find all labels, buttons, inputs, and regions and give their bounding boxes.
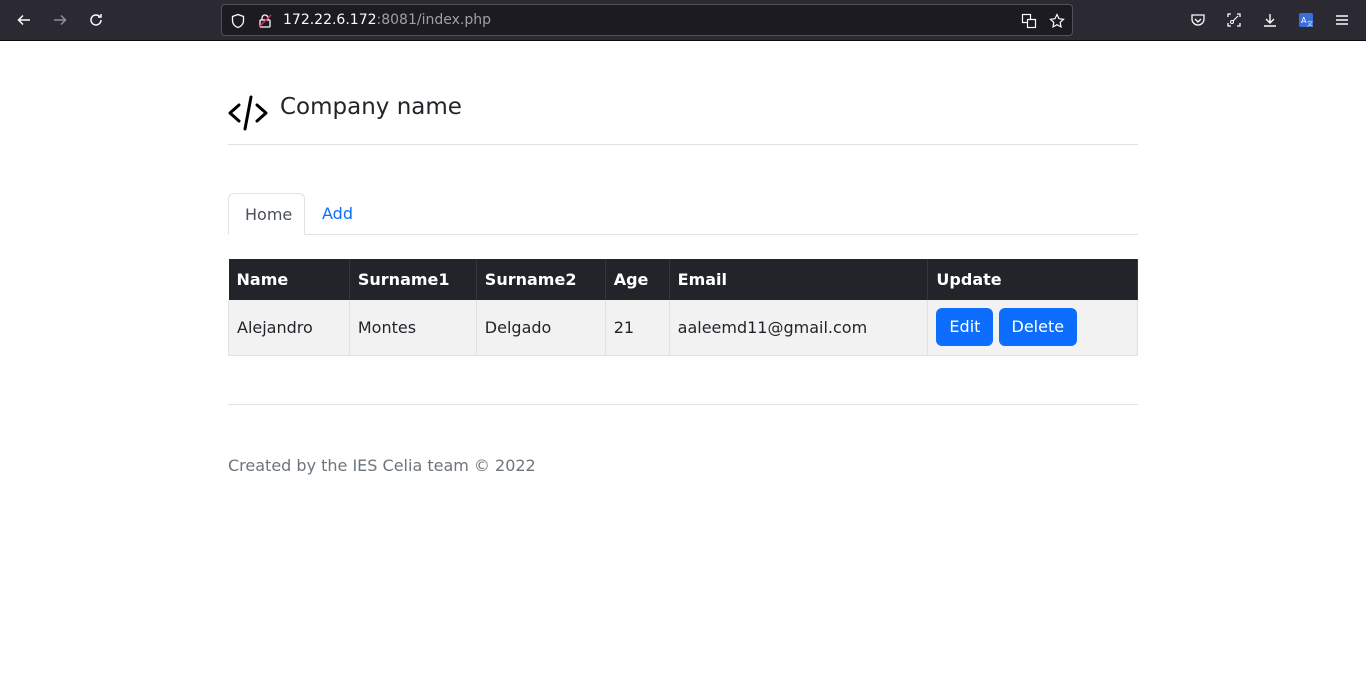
cell-email: aaleemd11@gmail.com: [669, 300, 929, 356]
column-header-update: Update: [927, 259, 1138, 300]
url-bar[interactable]: 172.22.6.172:8081/index.php: [221, 4, 1073, 36]
column-header-name: Name: [228, 259, 350, 300]
translate-icon[interactable]: [1020, 12, 1038, 30]
page-header: Company name: [228, 93, 1138, 145]
table-row: Alejandro Montes Delgado 21 aaleemd11@gm…: [228, 300, 1138, 356]
browser-toolbar: 172.22.6.172:8081/index.php A文: [0, 0, 1366, 41]
tab-add[interactable]: Add: [306, 193, 369, 235]
footer-text: Created by the IES Celia team © 2022: [228, 456, 536, 475]
insecure-lock-icon[interactable]: [256, 12, 274, 30]
table-header-row: Name Surname1 Surname2 Age Email Update: [228, 259, 1138, 300]
column-header-surname2: Surname2: [476, 259, 606, 300]
cell-age: 21: [605, 300, 670, 356]
cell-actions: Edit Delete: [927, 300, 1138, 356]
users-table: Name Surname1 Surname2 Age Email Update …: [228, 259, 1138, 356]
delete-button[interactable]: Delete: [998, 308, 1078, 347]
cell-surname1: Montes: [349, 300, 477, 356]
svg-text:文: 文: [1307, 20, 1313, 28]
cell-name: Alejandro: [228, 300, 350, 356]
translate-extension-icon[interactable]: A文: [1294, 8, 1318, 32]
footer-divider: [228, 404, 1138, 405]
download-icon[interactable]: [1258, 8, 1282, 32]
code-slash-icon[interactable]: [228, 95, 268, 131]
edit-button[interactable]: Edit: [936, 308, 994, 347]
brand-name[interactable]: Company name: [280, 94, 462, 120]
menu-icon[interactable]: [1330, 8, 1354, 32]
pocket-icon[interactable]: [1186, 8, 1210, 32]
column-header-surname1: Surname1: [349, 259, 477, 300]
column-header-age: Age: [605, 259, 670, 300]
screenshot-icon[interactable]: [1222, 8, 1246, 32]
url-text[interactable]: 172.22.6.172:8081/index.php: [283, 12, 491, 28]
column-header-email: Email: [669, 259, 929, 300]
back-icon[interactable]: [12, 8, 36, 32]
tab-home[interactable]: Home: [228, 193, 305, 235]
reload-icon[interactable]: [84, 8, 108, 32]
bookmark-star-icon[interactable]: [1048, 12, 1066, 30]
shield-icon[interactable]: [229, 12, 247, 30]
forward-icon[interactable]: [48, 8, 72, 32]
cell-surname2: Delgado: [476, 300, 606, 356]
nav-tabs: Home Add: [228, 193, 1138, 235]
